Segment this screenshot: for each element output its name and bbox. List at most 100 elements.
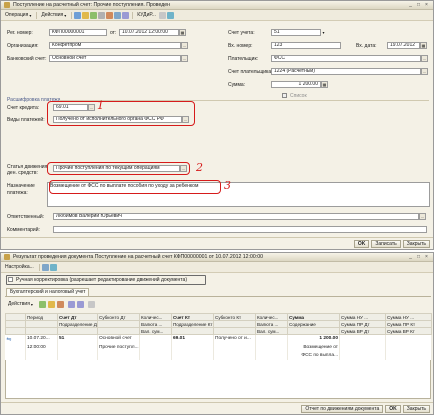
- calendar-button[interactable]: ▦: [420, 42, 427, 49]
- amount-field[interactable]: 1 200.00: [271, 81, 321, 88]
- date-from-field[interactable]: 10.07.2012 12:00:00: [119, 29, 179, 36]
- column-header[interactable]: Валюта ...: [139, 320, 172, 328]
- bank-account-field[interactable]: Основной счет: [49, 55, 181, 62]
- amount-nu-dt-cell[interactable]: [339, 334, 386, 344]
- sort-icon[interactable]: [88, 301, 95, 308]
- reg-number-field[interactable]: КФП00000001: [49, 29, 107, 36]
- add-row-icon[interactable]: [39, 301, 46, 308]
- organization-select-button[interactable]: ...: [181, 42, 188, 49]
- close-icon[interactable]: ×: [423, 254, 430, 260]
- refresh-icon[interactable]: [41, 263, 49, 271]
- post-icon[interactable]: [90, 11, 98, 19]
- list-checkbox[interactable]: [282, 93, 287, 98]
- quantity-kt-cell[interactable]: [255, 334, 288, 344]
- save-button[interactable]: Записать: [371, 239, 401, 248]
- column-header[interactable]: Валюта ...: [255, 320, 288, 328]
- column-header[interactable]: Сумма ВР Кт: [385, 327, 432, 335]
- print-icon[interactable]: [158, 11, 166, 19]
- actions-menu[interactable]: Действия ▾: [39, 11, 68, 19]
- settings-button[interactable]: Настройка...: [3, 263, 36, 271]
- unpost-icon[interactable]: [98, 11, 106, 19]
- column-header[interactable]: Подразделение Дт: [57, 320, 98, 328]
- payer-account-select-button[interactable]: ...: [421, 68, 428, 75]
- movements-icon[interactable]: [114, 11, 122, 19]
- move-up-icon[interactable]: [68, 301, 75, 308]
- credit-account-cell[interactable]: 69.01: [171, 334, 214, 344]
- incoming-date-field[interactable]: 19.07.2012: [387, 42, 420, 49]
- movements-report-button[interactable]: Отчет по движениям документа: [301, 404, 384, 413]
- column-header[interactable]: Количес...: [255, 313, 288, 321]
- responsible-field[interactable]: Любимов Валерий Юрьевич: [53, 213, 419, 220]
- column-header[interactable]: Субконто Дт: [97, 313, 140, 321]
- column-header[interactable]: Сумма НУ ...: [339, 313, 386, 321]
- content-cell-1[interactable]: Возмещение от: [287, 344, 340, 352]
- table-row-continuation: ФСС по выпла...: [5, 352, 432, 360]
- column-header: [97, 320, 140, 328]
- kudir-button[interactable]: КУДиР...: [135, 11, 158, 19]
- column-header: [97, 327, 140, 335]
- ok-button[interactable]: OK: [353, 239, 370, 248]
- content-cell-2[interactable]: ФСС по выпла...: [287, 352, 340, 360]
- column-header[interactable]: Сумма ПР Кт: [385, 320, 432, 328]
- row-status-icon: ⇋: [5, 334, 26, 344]
- actions-menu[interactable]: Действия ▾: [6, 300, 35, 308]
- column-header[interactable]: Период: [25, 313, 58, 321]
- maximize-icon[interactable]: □: [415, 254, 422, 260]
- column-header[interactable]: Сумма ВР Дт: [339, 327, 386, 335]
- structure-icon[interactable]: [106, 11, 114, 19]
- payer-select-button[interactable]: ...: [421, 55, 428, 62]
- copy-row-icon[interactable]: [48, 301, 55, 308]
- subconto-dt-2-cell[interactable]: Прочие поступл...: [97, 344, 140, 352]
- close-icon[interactable]: ×: [423, 2, 430, 8]
- column-header[interactable]: Количес...: [139, 313, 172, 321]
- column-header: [25, 327, 58, 335]
- column-header[interactable]: Субконто Кт: [213, 313, 256, 321]
- amount-cell[interactable]: 1 200.00: [287, 334, 340, 344]
- column-header[interactable]: Сумма: [287, 313, 340, 321]
- column-header[interactable]: Счет Дт: [57, 313, 98, 321]
- tab-accounting[interactable]: Бухгалтерский и налоговый учет: [6, 288, 90, 296]
- maximize-icon[interactable]: □: [415, 2, 422, 8]
- responsible-select-button[interactable]: ...: [419, 213, 426, 220]
- copy-icon[interactable]: [74, 11, 82, 19]
- delete-row-icon[interactable]: [57, 301, 64, 308]
- column-header[interactable]: Содержание: [287, 320, 340, 328]
- subconto-dt-cell[interactable]: Основной счет: [97, 334, 140, 344]
- debit-account-cell[interactable]: 51: [57, 334, 98, 344]
- subconto-kt-cell[interactable]: Получено от и...: [213, 334, 256, 344]
- actions-label: Действия: [8, 301, 30, 307]
- bank-account-select-button[interactable]: ...: [181, 55, 188, 62]
- column-header[interactable]: Вал. сум...: [139, 327, 172, 335]
- payer-account-field[interactable]: 1224 (Расчетный): [271, 68, 421, 75]
- minimize-icon[interactable]: _: [407, 2, 414, 8]
- close-button[interactable]: Закрыть: [402, 239, 430, 248]
- table-row[interactable]: ⇋ 10.07.20... 51 Основной счет 69.01 Пол…: [5, 334, 432, 344]
- incoming-number-field[interactable]: 123: [271, 42, 341, 49]
- help-icon[interactable]: [49, 263, 57, 271]
- ok-button[interactable]: OK: [385, 404, 401, 413]
- column-header[interactable]: Сумма ПР Дт: [339, 320, 386, 328]
- move-down-icon[interactable]: [77, 301, 84, 308]
- close-button[interactable]: Закрыть: [402, 404, 430, 413]
- comment-field[interactable]: [53, 226, 427, 233]
- result-window: Результат проведения документа Поступлен…: [0, 252, 434, 415]
- column-header[interactable]: Счет Кт: [171, 313, 214, 321]
- edit-icon[interactable]: [82, 11, 90, 19]
- operation-menu[interactable]: Операция ▾: [3, 11, 33, 19]
- calculator-button[interactable]: ▦: [321, 81, 328, 88]
- column-header[interactable]: Подразделение Кт: [171, 320, 214, 328]
- period-cell[interactable]: 10.07.20...: [25, 334, 58, 344]
- column-header[interactable]: Вал. сум...: [255, 327, 288, 335]
- quantity-dt-cell[interactable]: [139, 334, 172, 344]
- account-field[interactable]: 51: [271, 29, 321, 36]
- amount-nu-kt-cell[interactable]: [385, 334, 432, 344]
- calendar-button[interactable]: ▦: [179, 29, 186, 36]
- column-header[interactable]: Сумма НУ ...: [385, 313, 432, 321]
- incoming-number-label: Вх. номер:: [228, 43, 253, 49]
- minimize-icon[interactable]: _: [407, 254, 414, 260]
- report-icon[interactable]: [122, 11, 130, 19]
- chevron-down-icon[interactable]: ▾: [321, 29, 326, 36]
- payer-field[interactable]: ФСС: [271, 55, 421, 62]
- help-icon[interactable]: [166, 11, 174, 19]
- organization-field[interactable]: Конфетпром: [49, 42, 181, 49]
